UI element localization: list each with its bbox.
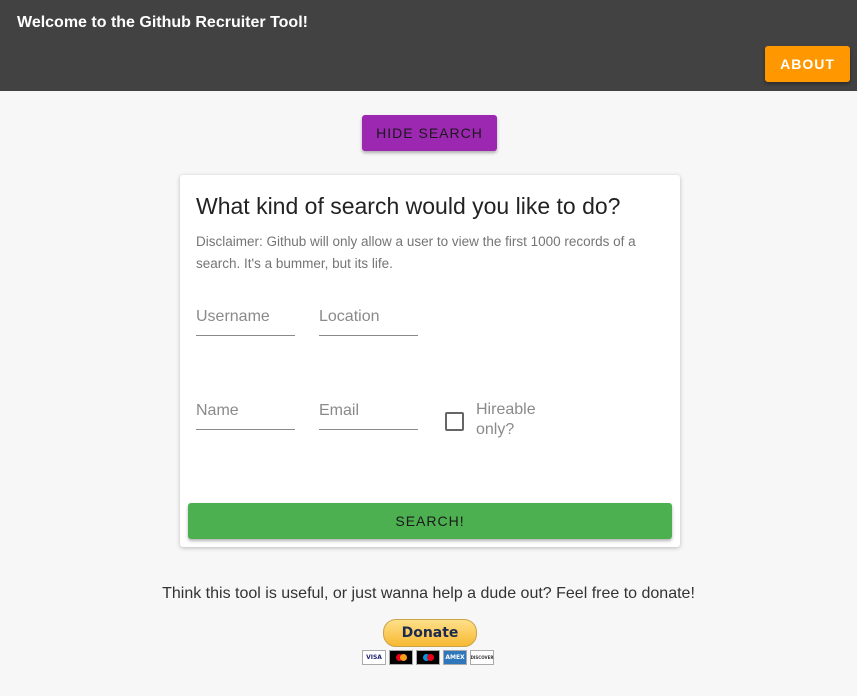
payment-cards: VISA AMEX DISCOVER xyxy=(362,650,494,665)
donate-text: Think this tool is useful, or just wanna… xyxy=(162,585,695,602)
email-field-wrap xyxy=(319,397,418,430)
name-field-wrap xyxy=(196,397,295,430)
discover-icon: DISCOVER xyxy=(470,650,494,665)
hide-search-button[interactable]: Hide Search xyxy=(362,115,497,151)
about-button[interactable]: About xyxy=(765,46,850,82)
search-button[interactable]: Search! xyxy=(188,503,672,539)
search-card: What kind of search would you like to do… xyxy=(180,175,680,547)
location-field-wrap xyxy=(319,303,418,336)
username-input[interactable] xyxy=(196,303,295,331)
name-input[interactable] xyxy=(196,397,295,425)
mastercard-icon xyxy=(389,650,413,665)
maestro-icon xyxy=(416,650,440,665)
hireable-checkbox[interactable]: Hireable only? xyxy=(445,400,556,440)
app-bar: Welcome to the Github Recruiter Tool! Ab… xyxy=(0,0,857,91)
email-input[interactable] xyxy=(319,397,418,425)
disclaimer-text: Disclaimer: Github will only allow a use… xyxy=(196,234,636,271)
app-title: Welcome to the Github Recruiter Tool! xyxy=(17,14,308,31)
donate-button[interactable]: Donate xyxy=(383,619,477,647)
location-input[interactable] xyxy=(319,303,418,331)
visa-icon: VISA xyxy=(362,650,386,665)
amex-icon: AMEX xyxy=(443,650,467,665)
checkbox-icon[interactable] xyxy=(445,412,464,431)
search-card-heading: What kind of search would you like to do… xyxy=(196,193,621,219)
hireable-label: Hireable only? xyxy=(476,401,536,438)
username-field-wrap xyxy=(196,303,295,336)
